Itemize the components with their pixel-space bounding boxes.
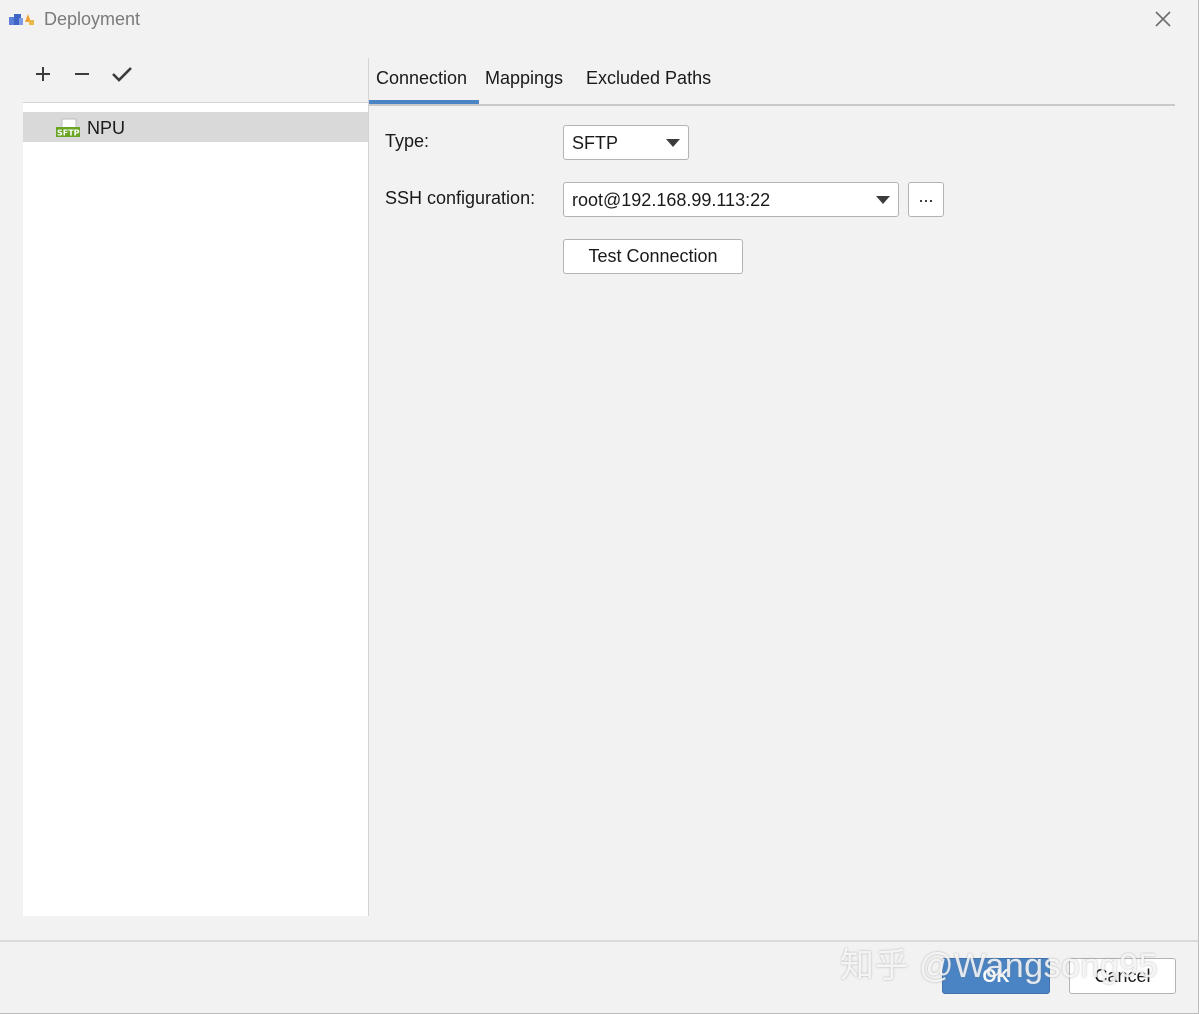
title-bar: Deployment xyxy=(0,0,1198,40)
splitter[interactable] xyxy=(368,58,369,916)
server-list-item-npu[interactable]: SFTP NPU xyxy=(23,112,368,142)
type-label: Type: xyxy=(385,131,430,151)
plus-icon xyxy=(34,65,52,88)
deployment-dialog: Deployment SFTP NPU Connection Mappings … xyxy=(0,0,1199,1014)
ssh-configuration-browse-button[interactable]: ... xyxy=(908,182,944,217)
minus-icon xyxy=(73,65,91,88)
tab-connection[interactable]: Connection xyxy=(376,68,467,89)
remove-server-button[interactable] xyxy=(68,62,96,90)
ssh-configuration-value: root@192.168.99.113:22 xyxy=(572,190,771,210)
server-name: NPU xyxy=(87,118,126,138)
add-server-button[interactable] xyxy=(29,62,57,90)
close-icon xyxy=(1154,10,1172,33)
close-button[interactable] xyxy=(1150,8,1176,34)
sftp-server-icon: SFTP xyxy=(56,118,80,138)
svg-text:SFTP: SFTP xyxy=(57,129,80,138)
ssh-configuration-label: SSH configuration: xyxy=(385,188,536,208)
chevron-down-icon xyxy=(666,126,680,159)
type-value: SFTP xyxy=(572,133,619,153)
settings-tabs: Connection Mappings Excluded Paths xyxy=(369,58,1175,106)
ssh-configuration-select[interactable]: root@192.168.99.113:22 xyxy=(563,182,899,217)
window-title: Deployment xyxy=(44,9,141,29)
active-tab-indicator xyxy=(369,100,479,104)
footer-divider xyxy=(0,940,1198,942)
test-connection-button[interactable]: Test Connection xyxy=(563,239,743,274)
chevron-down-icon xyxy=(876,183,890,216)
ok-button[interactable]: OK xyxy=(942,958,1050,994)
type-select[interactable]: SFTP xyxy=(563,125,689,160)
tab-mappings[interactable]: Mappings xyxy=(485,68,563,89)
cancel-button[interactable]: Cancel xyxy=(1069,958,1176,994)
deployment-app-icon xyxy=(9,12,35,26)
checkmark-icon xyxy=(111,65,133,88)
server-list: SFTP NPU xyxy=(23,103,368,916)
tab-excluded-paths[interactable]: Excluded Paths xyxy=(586,68,711,89)
set-default-button[interactable] xyxy=(108,62,136,90)
server-list-toolbar xyxy=(23,58,368,103)
